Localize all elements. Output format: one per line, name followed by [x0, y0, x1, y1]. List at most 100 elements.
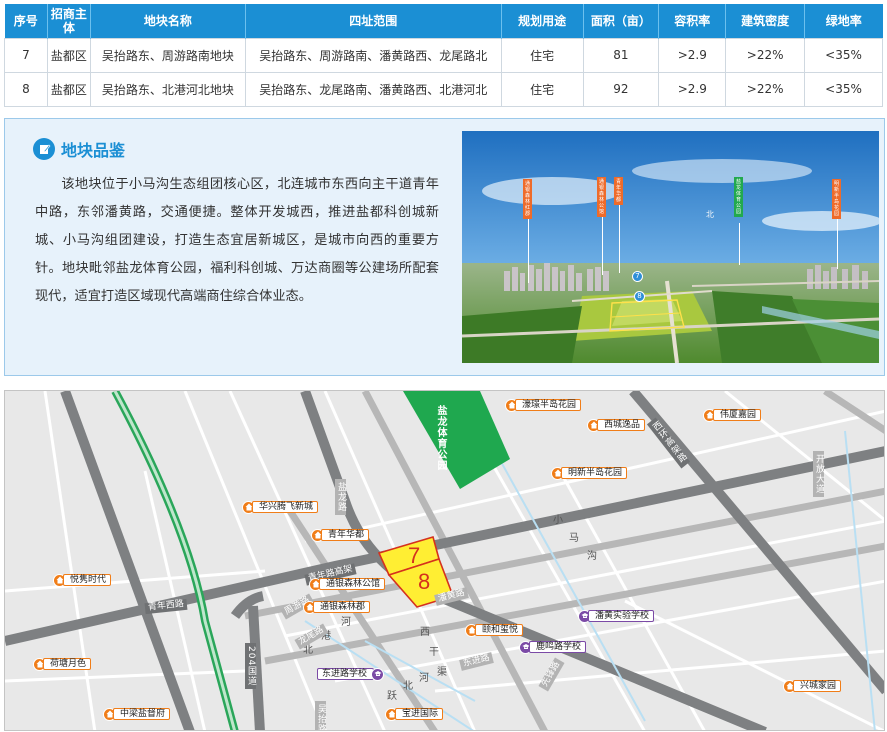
road-label: 204国道 — [245, 643, 256, 690]
col-header-index: 序号 — [4, 4, 48, 38]
location-map: 7 8 盐龙体育公园 小 马 沟 北 港 河 西 干 渠 跃 北 河 青年路高架… — [4, 390, 885, 731]
table-cell: 81 — [582, 37, 660, 73]
poi-marker[interactable]: 宝进国际 — [385, 707, 444, 721]
col-header-area: 面积（亩） — [583, 4, 660, 38]
poi-marker[interactable]: 荷塘月色 — [33, 657, 92, 671]
poi-label: 东进路学校 — [317, 668, 375, 680]
poi-label: 伟厦嘉园 — [713, 409, 762, 421]
section-heading: 地块品鉴 — [33, 137, 125, 161]
plot-pin: 8 — [634, 291, 645, 302]
tag-pointer-line — [619, 193, 620, 273]
table-cell: 8 — [4, 71, 48, 107]
land-plot-table: 序号 招商主体 地块名称 四址范围 规划用途 面积（亩） 容积率 建筑密度 绿地… — [4, 4, 883, 107]
poi-label: 宝进国际 — [395, 708, 444, 720]
table-cell: <35% — [804, 71, 883, 107]
table-row: 8 盐都区 吴抬路东、北港河北地块 吴抬路东、龙尾路南、潘黄路西、北港河北 住宅… — [4, 71, 883, 107]
poi-label: 中梁盐督府 — [113, 708, 171, 720]
road-label: 吴抬路 — [315, 701, 326, 730]
poi-label: 荷塘月色 — [43, 658, 92, 670]
tag-pointer-line — [602, 211, 603, 275]
river-label-char: 河 — [341, 617, 351, 628]
plot-appraisal-panel: 地块品鉴 该地块位于小马沟生态组团核心区，北连城市东西向主干道青年中路，东邻潘黄… — [4, 118, 885, 376]
col-header-boundary: 四址范围 — [245, 4, 502, 38]
plot-number-7: 7 — [408, 543, 421, 568]
tag-pointer-line — [837, 211, 838, 269]
poi-marker[interactable]: 西城逸品 — [587, 418, 646, 432]
table-cell: <35% — [804, 37, 883, 73]
edit-note-icon — [33, 138, 55, 160]
table-cell: 7 — [4, 37, 48, 73]
tag-pointer-line — [739, 223, 740, 265]
aerial-tag: 明新半岛花园 — [832, 179, 841, 219]
plot-pin: 7 — [632, 271, 643, 282]
aerial-photo: 通银森林红郡 通银森林公馆 青年华都 盐龙体育公园 明新半岛花园 北 7 8 — [462, 131, 879, 363]
poi-marker[interactable]: 东进路学校 — [317, 667, 385, 681]
table-cell: 吴抬路东、周游路南地块 — [89, 37, 246, 73]
poi-label: 颐和玺悦 — [475, 624, 524, 636]
table-cell: >2.9 — [658, 71, 727, 107]
park-label: 盐龙体育公园 — [435, 405, 446, 471]
plot-description: 该地块位于小马沟生态组团核心区，北连城市东西向主干道青年中路，东邻潘黄路，交通便… — [35, 177, 439, 304]
table-cell: >22% — [725, 71, 806, 107]
poi-marker[interactable]: 鹿鸣路学校 — [519, 640, 587, 654]
poi-label: 西城逸品 — [597, 419, 646, 431]
river-label-char: 北 — [403, 681, 413, 692]
table-cell: >22% — [725, 37, 806, 73]
table-header-row: 序号 招商主体 地块名称 四址范围 规划用途 面积（亩） 容积率 建筑密度 绿地… — [4, 4, 883, 38]
poi-label: 兴城家园 — [793, 680, 842, 692]
col-header-density: 建筑密度 — [725, 4, 806, 38]
river-label-char: 干 — [429, 647, 439, 658]
poi-marker[interactable]: 伟厦嘉园 — [703, 408, 762, 422]
poi-marker[interactable]: 潘黄实验学校 — [578, 609, 655, 623]
section-title: 地块品鉴 — [61, 141, 126, 160]
poi-label: 潘黄实验学校 — [588, 610, 655, 622]
poi-marker[interactable]: 颐和玺悦 — [465, 623, 524, 637]
road-label: 开放大道 — [813, 451, 824, 497]
plot-number-8: 8 — [418, 569, 431, 594]
river-label-char: 渠 — [437, 667, 447, 678]
poi-label: 鹿鸣路学校 — [529, 641, 587, 653]
aerial-tag: 青年华都 — [614, 177, 623, 205]
poi-marker[interactable]: 濠璟半岛花园 — [505, 398, 582, 412]
table-cell: 92 — [582, 71, 660, 107]
aerial-tag: 通银森林公馆 — [597, 177, 606, 217]
aerial-tag: 盐龙体育公园 — [734, 177, 743, 217]
road-label: 盐龙路 — [335, 479, 346, 515]
river-label-char: 马 — [569, 533, 579, 544]
col-header-investor: 招商主体 — [47, 4, 91, 38]
col-header-usage: 规划用途 — [501, 4, 584, 38]
school-pin-icon — [371, 667, 385, 681]
poi-label: 濠璟半岛花园 — [515, 399, 582, 411]
poi-marker[interactable]: 通银森林公馆 — [309, 577, 386, 591]
river-label-char: 跃 — [387, 691, 397, 702]
poi-label: 悦隽时代 — [63, 574, 112, 586]
table-cell: 住宅 — [500, 71, 584, 107]
poi-label: 青年华都 — [321, 529, 370, 541]
poi-label: 华兴腾飞新城 — [252, 501, 319, 513]
table-cell: 吴抬路东、周游路南、潘黄路西、龙尾路北 — [244, 37, 502, 73]
table-cell: 吴抬路东、北港河北地块 — [89, 71, 246, 107]
poi-label: 明新半岛花园 — [561, 467, 628, 479]
river-label-char: 河 — [419, 673, 429, 684]
tag-pointer-line — [528, 211, 529, 283]
table-cell: 住宅 — [500, 37, 584, 73]
poi-marker[interactable]: 悦隽时代 — [53, 573, 112, 587]
poi-marker[interactable]: 明新半岛花园 — [551, 466, 628, 480]
aerial-tag: 通银森林红郡 — [523, 179, 532, 219]
aerial-photo-illustration — [462, 131, 879, 363]
poi-marker[interactable]: 中梁盐督府 — [103, 707, 171, 721]
poi-marker[interactable]: 兴城家园 — [783, 679, 842, 693]
poi-marker[interactable]: 青年华都 — [311, 528, 370, 542]
poi-label: 通银森林公馆 — [319, 578, 386, 590]
river-label-char: 西 — [420, 627, 430, 638]
north-marker: 北 — [706, 210, 714, 219]
poi-label: 通银森林郡 — [313, 601, 371, 613]
table-cell: 盐都区 — [46, 71, 91, 107]
poi-marker[interactable]: 华兴腾飞新城 — [242, 500, 319, 514]
table-row: 7 盐都区 吴抬路东、周游路南地块 吴抬路东、周游路南、潘黄路西、龙尾路北 住宅… — [4, 37, 883, 73]
col-header-far: 容积率 — [658, 4, 727, 38]
col-header-green-rate: 绿地率 — [804, 4, 883, 38]
table-cell: 吴抬路东、龙尾路南、潘黄路西、北港河北 — [244, 71, 502, 107]
river-label-char: 小 — [553, 515, 563, 526]
poi-marker[interactable]: 通银森林郡 — [303, 600, 371, 614]
